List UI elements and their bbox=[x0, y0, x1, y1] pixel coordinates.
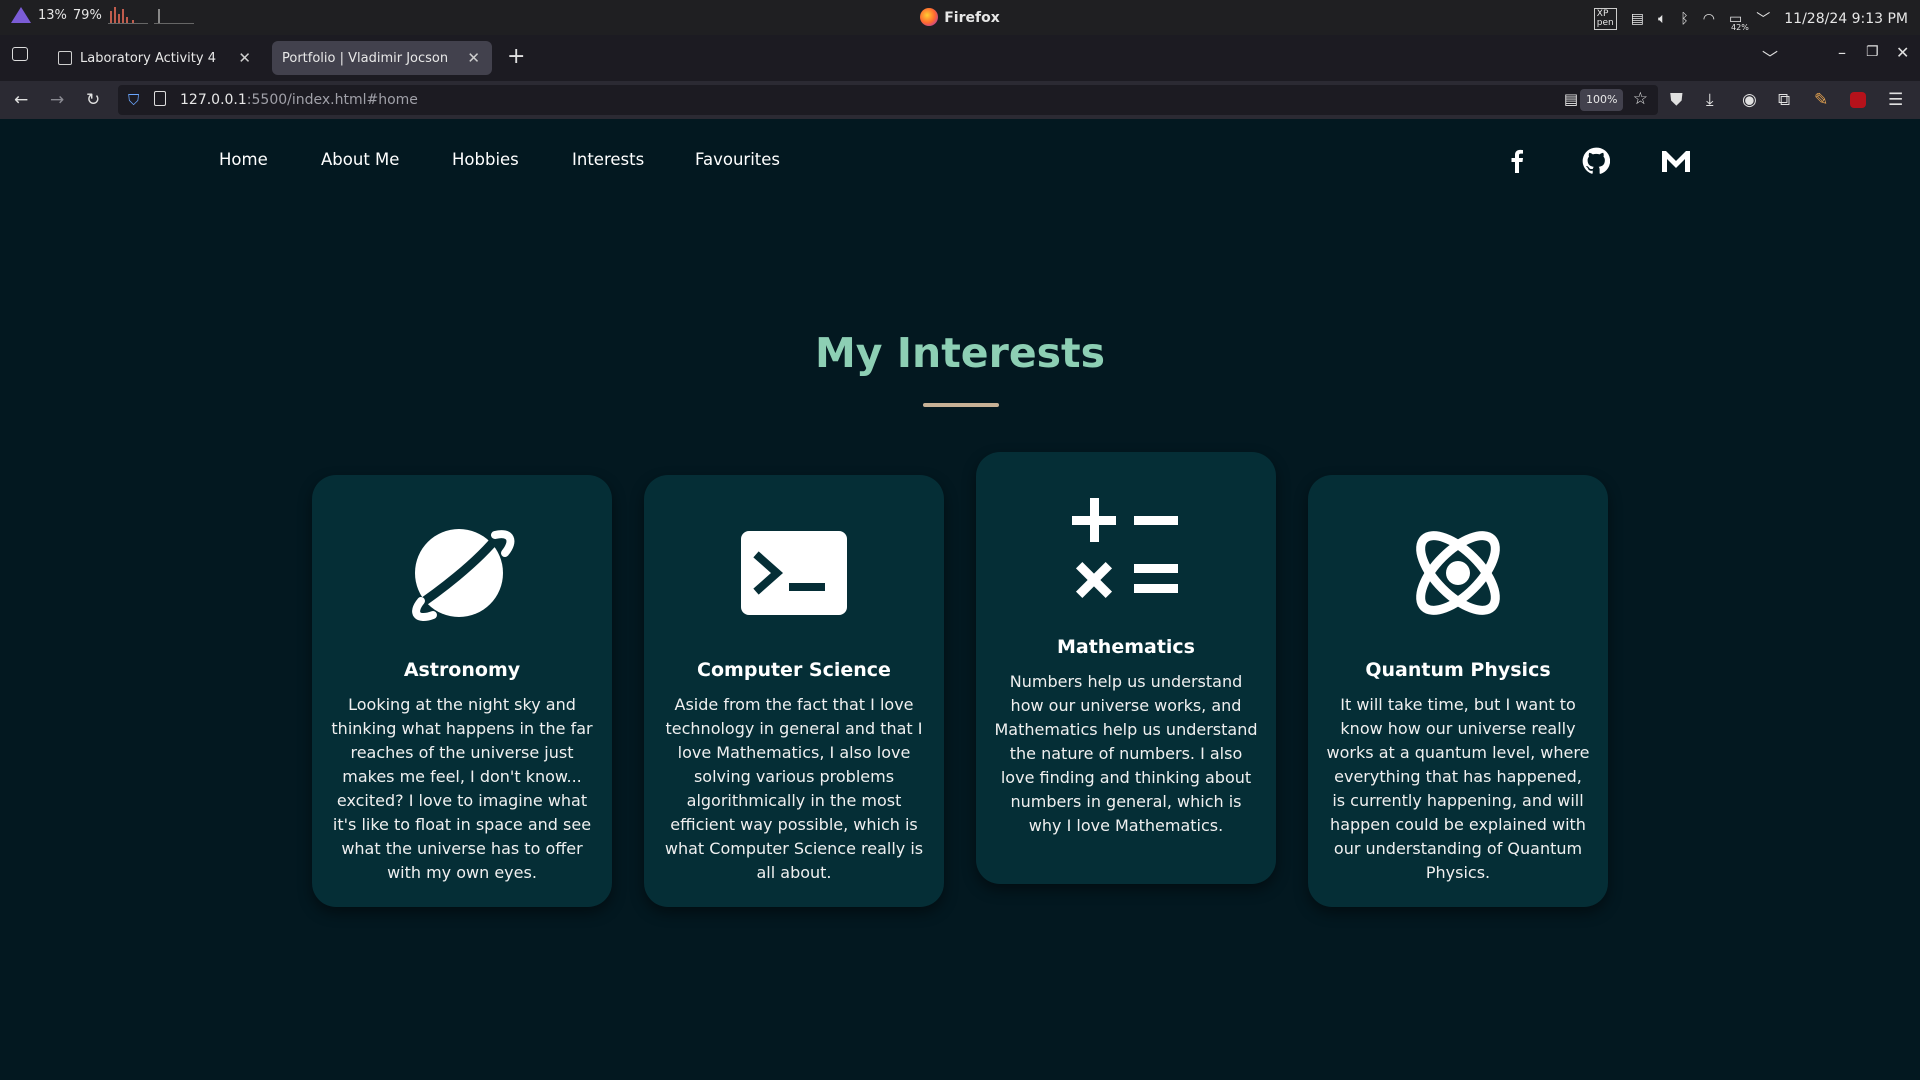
list-all-tabs-icon[interactable]: ﹀ bbox=[1762, 45, 1778, 69]
close-icon[interactable]: ✕ bbox=[467, 49, 480, 67]
xp-pen-icon[interactable]: XP pen bbox=[1593, 8, 1617, 30]
section-title: My Interests bbox=[814, 329, 1106, 377]
interest-card-quantum-physics: Quantum Physics It will take time, but I… bbox=[1308, 475, 1608, 907]
nav-about-me[interactable]: About Me bbox=[321, 150, 399, 169]
card-title: Quantum Physics bbox=[1365, 659, 1551, 681]
atom-icon bbox=[1308, 519, 1608, 627]
downloads-icon[interactable]: ⤓ bbox=[1706, 90, 1714, 110]
card-title: Astronomy bbox=[403, 659, 521, 681]
reload-icon[interactable]: ↻ bbox=[86, 90, 100, 110]
reader-view-icon[interactable]: ▤ bbox=[1564, 90, 1578, 108]
page-icon bbox=[58, 51, 72, 65]
menu-icon[interactable]: ☰ bbox=[1888, 90, 1903, 110]
interest-card-computer-science: Computer Science Aside from the fact tha… bbox=[644, 475, 944, 907]
card-text: Looking at the night sky and thinking wh… bbox=[331, 695, 593, 882]
ublock-icon[interactable] bbox=[1850, 92, 1866, 108]
wifi-icon[interactable]: ◠ bbox=[1703, 11, 1715, 27]
shield-icon[interactable]: ⛉ bbox=[128, 91, 139, 109]
tab-laboratory-activity-4[interactable]: Laboratory Activity 4 ✕ bbox=[48, 41, 263, 75]
forward-icon[interactable]: → bbox=[50, 90, 64, 110]
extension-badge-icon[interactable]: ✎ bbox=[1814, 90, 1828, 110]
page-content: Home About Me Hobbies Interests Favourit… bbox=[0, 119, 1920, 1080]
battery-icon[interactable]: ▭ 42% bbox=[1729, 11, 1749, 32]
card-title: Computer Science bbox=[697, 659, 891, 681]
planet-icon bbox=[312, 523, 612, 623]
firefox-icon bbox=[920, 8, 939, 26]
bluetooth-icon[interactable]: ᛒ bbox=[1680, 11, 1688, 27]
close-icon[interactable]: ✕ bbox=[238, 49, 251, 67]
card-text: Numbers help us understand how our unive… bbox=[994, 672, 1258, 835]
facebook-icon[interactable] bbox=[1502, 146, 1532, 176]
chevron-down-icon[interactable]: ﹀ bbox=[1756, 9, 1770, 29]
volume-icon[interactable]: 🔈︎ bbox=[1658, 11, 1666, 27]
system-top-bar: 13% 79% Firefox XP pen ▤ 🔈︎ ᛒ ◠ ▭ 42% ﹀ 11… bbox=[0, 0, 1920, 35]
card-text: It will take time, but I want to know ho… bbox=[1326, 695, 1590, 882]
calculator-symbols-icon bbox=[976, 498, 1276, 602]
pocket-icon[interactable]: ⛊ bbox=[1670, 90, 1683, 110]
card-title: Mathematics bbox=[1056, 636, 1195, 658]
url-bar[interactable]: ⛉ 127.0.0.1:5500/index.html#home ▤ ☆ bbox=[118, 85, 1658, 115]
tab-strip: Laboratory Activity 4 ✕ Portfolio | Vlad… bbox=[0, 35, 1920, 81]
card-text: Aside from the fact that I love technolo… bbox=[664, 695, 924, 882]
extensions-icon[interactable]: ⧉ bbox=[1778, 90, 1790, 110]
zoom-level[interactable]: 100% bbox=[1580, 89, 1624, 111]
bookmark-star-icon[interactable]: ☆ bbox=[1633, 89, 1648, 109]
account-icon[interactable]: ◉ bbox=[1742, 90, 1757, 110]
terminal-icon bbox=[644, 531, 944, 615]
interest-card-mathematics: Mathematics Numbers help us understand h… bbox=[976, 452, 1276, 884]
minimize-icon[interactable]: – bbox=[1838, 43, 1846, 62]
url-path: :5500/index.html#home bbox=[246, 92, 418, 108]
nav-hobbies[interactable]: Hobbies bbox=[452, 150, 519, 169]
close-window-icon[interactable]: ✕ bbox=[1896, 43, 1909, 62]
navigation-bar: ← → ↻ ⛉ 127.0.0.1:5500/index.html#home ▤… bbox=[0, 81, 1920, 119]
clipboard-icon[interactable]: ▤ bbox=[1631, 11, 1644, 27]
nav-home[interactable]: Home bbox=[219, 150, 268, 169]
page-info-icon[interactable] bbox=[154, 91, 166, 106]
new-tab-icon[interactable]: + bbox=[507, 44, 525, 69]
github-icon[interactable] bbox=[1581, 146, 1611, 176]
nav-favourites[interactable]: Favourites bbox=[695, 150, 780, 169]
restore-icon[interactable]: ❐ bbox=[1866, 44, 1879, 60]
url-host: 127.0.0.1 bbox=[180, 92, 247, 108]
clock[interactable]: 11/28/24 9:13 PM bbox=[1784, 11, 1908, 27]
tab-label: Portfolio | Vladimir Jocson bbox=[282, 50, 449, 66]
title-underline bbox=[923, 403, 999, 407]
tab-label: Laboratory Activity 4 bbox=[80, 50, 216, 66]
tab-portfolio[interactable]: Portfolio | Vladimir Jocson ✕ bbox=[272, 41, 492, 75]
nav-interests[interactable]: Interests bbox=[572, 150, 644, 169]
interest-card-astronomy: Astronomy Looking at the night sky and t… bbox=[312, 475, 612, 907]
gmail-icon[interactable] bbox=[1661, 146, 1691, 176]
back-icon[interactable]: ← bbox=[14, 90, 28, 110]
tab-list-icon[interactable] bbox=[12, 47, 28, 61]
